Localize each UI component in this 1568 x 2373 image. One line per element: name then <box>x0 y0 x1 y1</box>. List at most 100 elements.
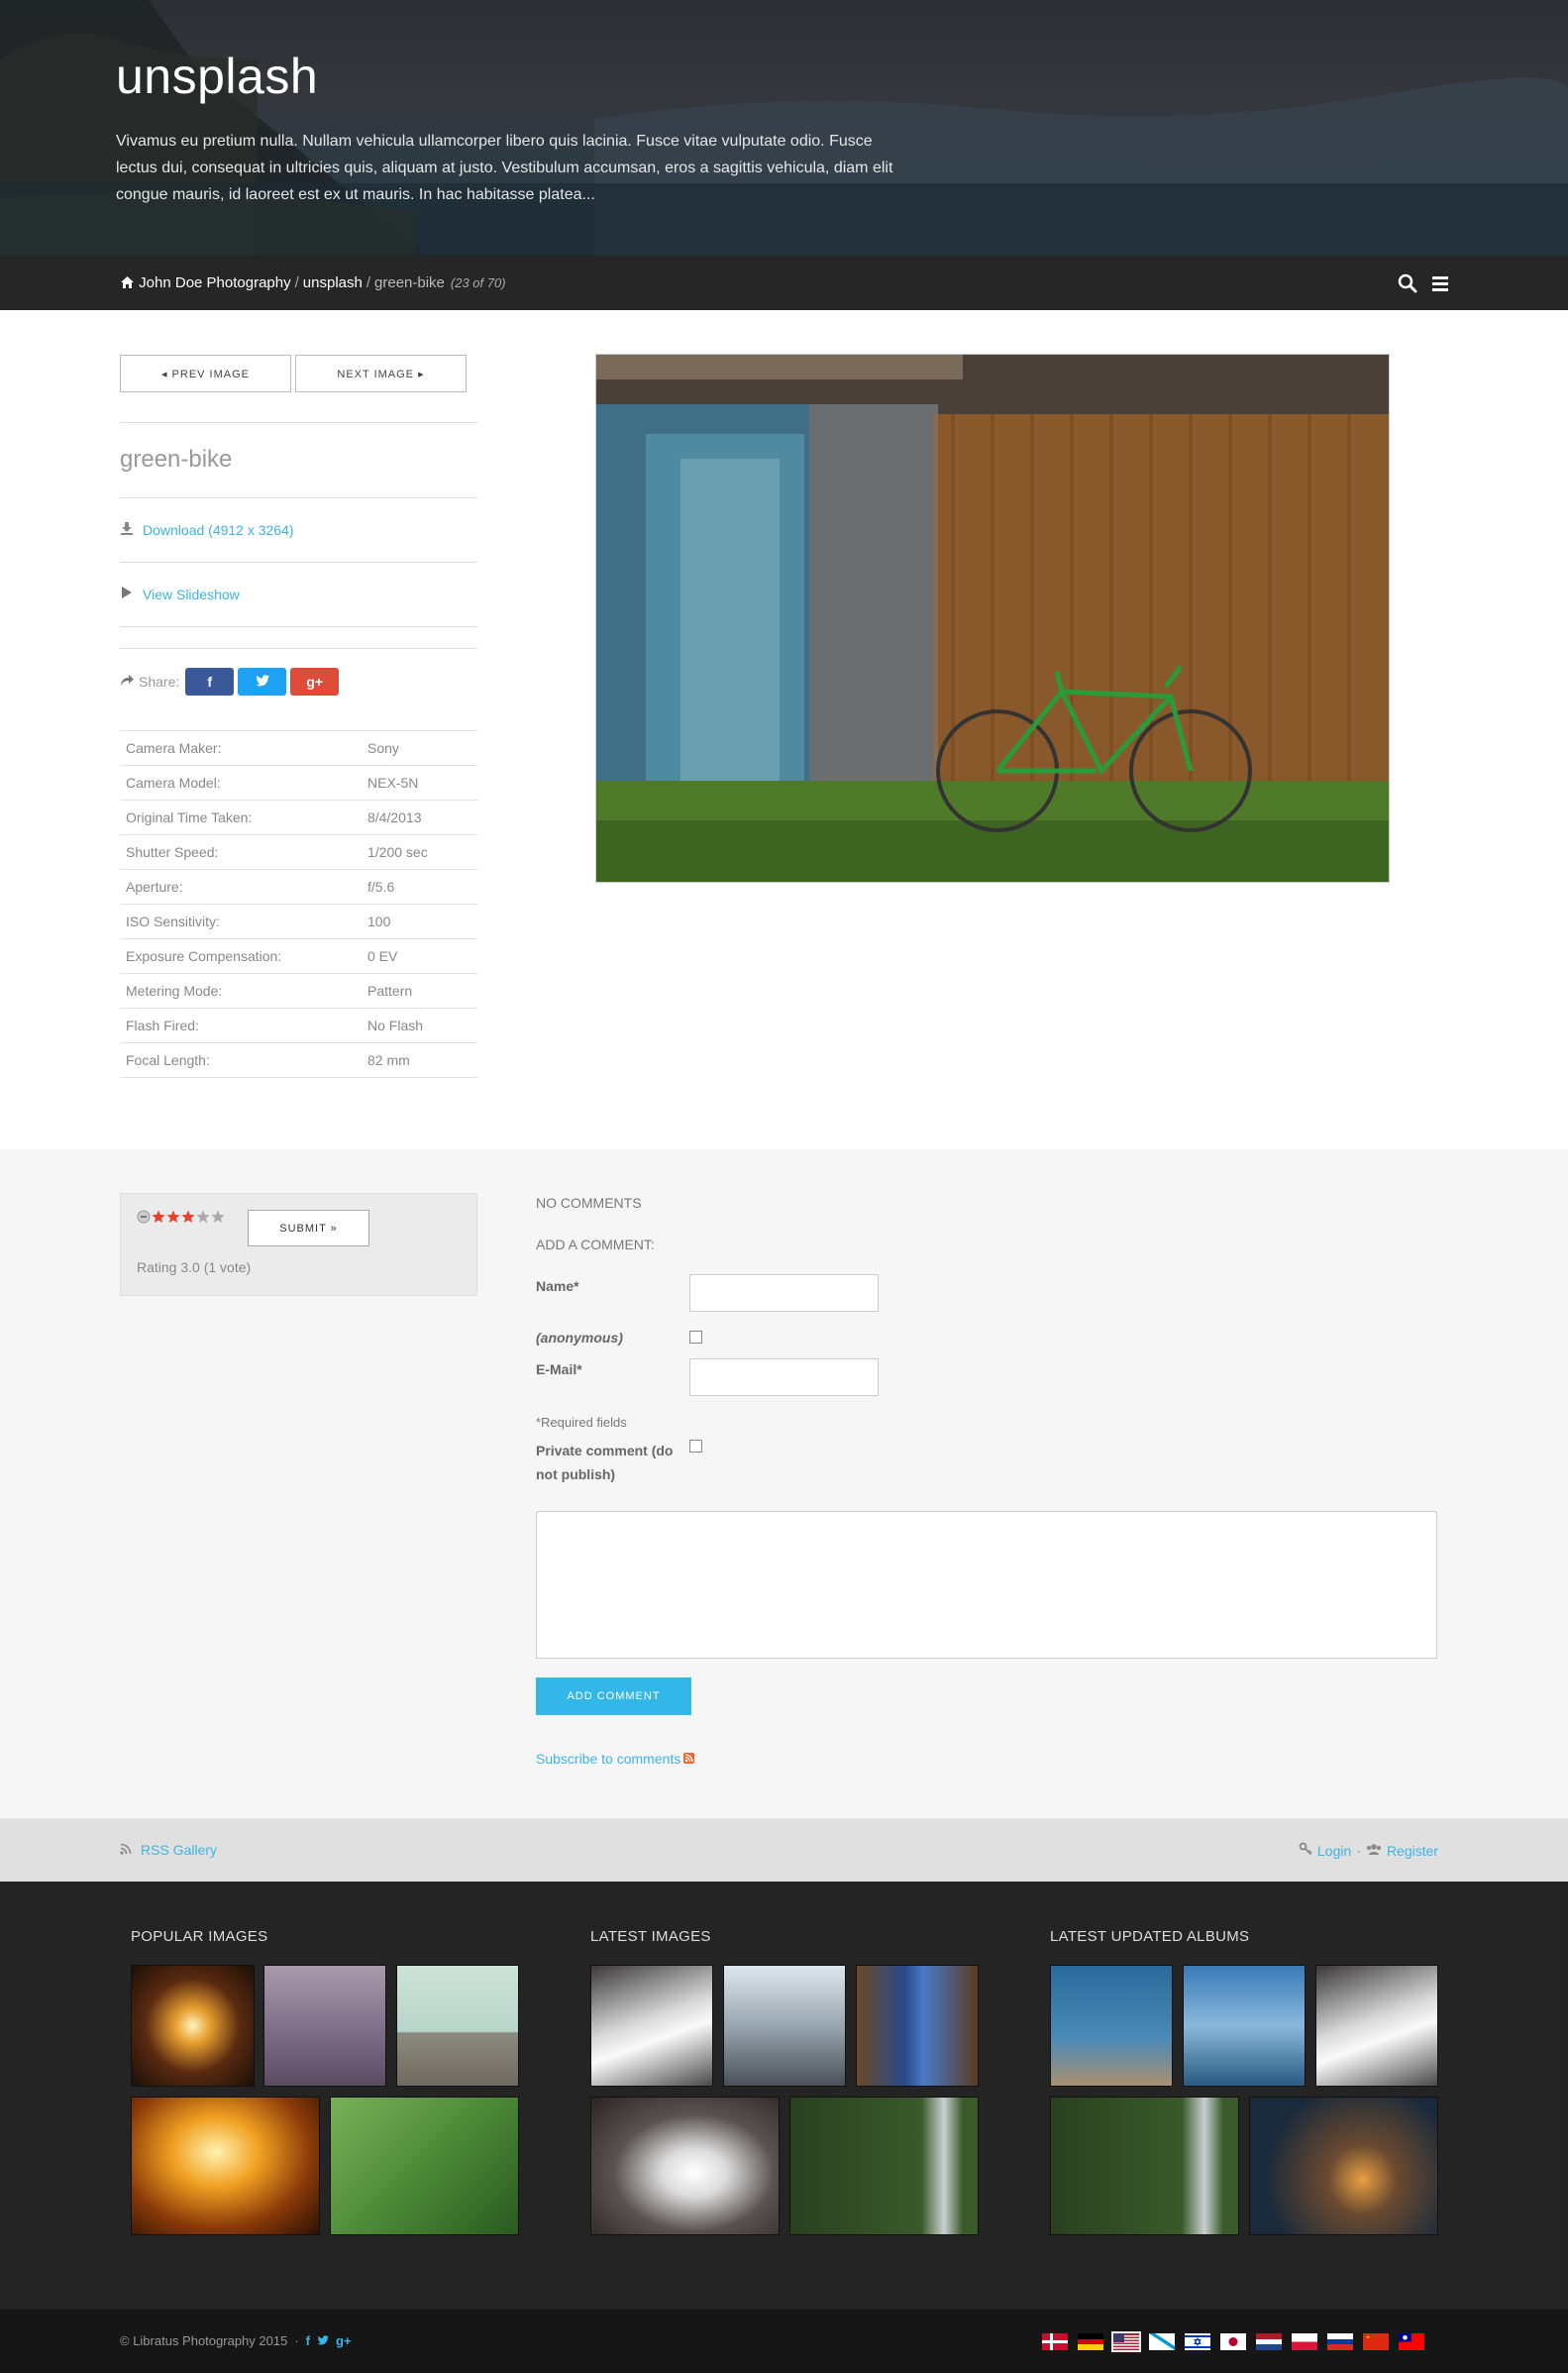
flag-german-icon[interactable] <box>1078 2333 1103 2350</box>
exif-value: f/5.6 <box>367 869 477 905</box>
flag-galician-icon[interactable] <box>1149 2333 1175 2350</box>
star-icon-empty[interactable] <box>211 1210 225 1229</box>
email-input[interactable] <box>689 1358 879 1396</box>
thumbnail-waves-album[interactable] <box>1315 1965 1438 2087</box>
next-image-button[interactable]: NEXT IMAGE ▸ <box>295 355 467 392</box>
account-links: Login · Register <box>1299 1842 1438 1859</box>
thumbnail-city-lights[interactable] <box>1249 2097 1438 2235</box>
flag-russian-icon[interactable] <box>1327 2333 1353 2350</box>
share-googleplus-button[interactable]: g+ <box>290 668 340 696</box>
private-comment-checkbox[interactable] <box>689 1440 702 1453</box>
twitter-icon[interactable] <box>317 2333 329 2348</box>
key-icon <box>1299 1842 1312 1859</box>
share-row: Share: f g+ <box>120 668 340 696</box>
divider <box>120 497 477 498</box>
login-link[interactable]: Login <box>1317 1843 1351 1859</box>
anonymous-label: (anonymous) <box>536 1330 623 1346</box>
rss-gallery-link[interactable]: RSS Gallery <box>141 1842 217 1858</box>
exif-label: Flash Fired: <box>120 1008 367 1043</box>
breadcrumb: John Doe Photography / unsplash / green-bike… <box>120 274 506 293</box>
home-icon <box>120 275 135 293</box>
star-icon-filled[interactable] <box>152 1210 165 1229</box>
star-rating[interactable] <box>137 1210 225 1229</box>
table-row: Exposure Compensation: 0 EV <box>120 938 477 974</box>
exif-value: 1/200 sec <box>367 834 477 870</box>
table-row: Aperture: f/5.6 <box>120 869 477 905</box>
thumbnail-sky[interactable] <box>1183 1965 1306 2087</box>
share-icon <box>120 674 135 690</box>
rss-gallery-row: RSS Gallery <box>120 1842 217 1858</box>
divider <box>120 648 477 649</box>
rating-box: SUBMIT » Rating 3.0 (1 vote) <box>120 1193 477 1296</box>
cancel-rating-icon[interactable] <box>137 1210 151 1229</box>
exif-value: 82 mm <box>367 1042 477 1078</box>
flag-polish-icon[interactable] <box>1292 2333 1317 2350</box>
thumbnail-leaf-drop[interactable] <box>330 2097 519 2235</box>
thumbnail-beach[interactable] <box>1050 1965 1173 2087</box>
googleplus-icon[interactable]: g+ <box>336 2333 352 2348</box>
facebook-icon[interactable]: f <box>306 2333 310 2348</box>
star-icon-empty[interactable] <box>196 1210 210 1229</box>
breadcrumb-album-link[interactable]: unsplash <box>303 274 363 291</box>
rating-summary: Rating 3.0 (1 vote) <box>137 1259 252 1275</box>
thumbnail-sparkler[interactable] <box>131 1965 255 2087</box>
thumbnail-foggy-tree[interactable] <box>263 1965 386 2087</box>
exif-table: Camera Maker: Sony Camera Model: NEX-5N Or… <box>120 730 477 1078</box>
subscribe-row: Subscribe to comments <box>536 1751 695 1767</box>
flag-japanese-icon[interactable] <box>1220 2333 1246 2350</box>
flag-dutch-icon[interactable] <box>1256 2333 1282 2350</box>
green-bike-photo <box>596 355 1389 882</box>
add-comment-button[interactable]: ADD COMMENT <box>536 1677 691 1715</box>
rss-icon <box>683 1751 695 1767</box>
bottom-bar: © Libratus Photography 2015 · f g+ <box>0 2310 1568 2373</box>
subscribe-comments-link[interactable]: Subscribe to comments <box>536 1751 680 1767</box>
share-twitter-button[interactable] <box>238 668 287 696</box>
flag-english-icon[interactable] <box>1111 2331 1141 2352</box>
menu-icon[interactable] <box>1429 272 1451 294</box>
thumbnail-waves[interactable] <box>590 1965 713 2087</box>
rss-icon <box>120 1842 132 1858</box>
comment-textarea[interactable] <box>536 1511 1437 1659</box>
thumbnail-fire[interactable] <box>131 2097 320 2235</box>
flag-taiwanese-icon[interactable] <box>1399 2333 1424 2350</box>
facebook-icon: f <box>207 674 213 690</box>
star-icon-filled[interactable] <box>166 1210 180 1229</box>
exif-label: Focal Length: <box>120 1042 367 1078</box>
anonymous-checkbox[interactable] <box>689 1331 702 1344</box>
exif-label: Camera Maker: <box>120 730 367 766</box>
image-title: green-bike <box>120 446 233 473</box>
exif-value: NEX-5N <box>367 765 477 801</box>
download-link[interactable]: Download (4912 x 3264) <box>143 522 294 538</box>
star-icon-filled[interactable] <box>181 1210 195 1229</box>
thumbnail-bunker[interactable] <box>396 1965 519 2087</box>
album-title: unsplash <box>116 49 319 104</box>
flag-danish-icon[interactable] <box>1042 2333 1068 2350</box>
prev-image-button[interactable]: ◂ PREV IMAGE <box>120 355 291 392</box>
thumbnail-waterfall[interactable] <box>789 2097 979 2235</box>
divider <box>120 422 477 423</box>
breadcrumb-bar: John Doe Photography / unsplash / green-bike… <box>0 256 1568 310</box>
exif-value: 100 <box>367 904 477 939</box>
search-icon[interactable] <box>1397 272 1418 294</box>
thumbnail-waterfall-album[interactable] <box>1050 2097 1239 2235</box>
divider <box>120 562 477 563</box>
email-label: E-Mail* <box>536 1361 582 1377</box>
thumbnail-window[interactable] <box>590 2097 780 2235</box>
share-facebook-button[interactable]: f <box>185 668 235 696</box>
thumbnail-street[interactable] <box>856 1965 979 2087</box>
copyright-text: © Libratus Photography 2015 <box>120 2333 288 2348</box>
submit-rating-button[interactable]: SUBMIT » <box>248 1210 369 1246</box>
flag-hebrew-icon[interactable] <box>1185 2333 1210 2350</box>
thumbnail-mountain[interactable] <box>723 1965 846 2087</box>
name-input[interactable] <box>689 1274 879 1312</box>
breadcrumb-home-link[interactable]: John Doe Photography <box>139 274 290 291</box>
register-link[interactable]: Register <box>1387 1843 1438 1859</box>
table-row: Original Time Taken: 8/4/2013 <box>120 800 477 835</box>
exif-value: No Flash <box>367 1008 477 1043</box>
flag-chinese-icon[interactable] <box>1363 2333 1389 2350</box>
view-slideshow-link[interactable]: View Slideshow <box>143 587 240 602</box>
main-photo[interactable] <box>595 354 1390 883</box>
twitter-icon <box>256 674 269 690</box>
add-comment-heading: ADD A COMMENT: <box>536 1237 655 1252</box>
exif-value: 0 EV <box>367 938 477 974</box>
